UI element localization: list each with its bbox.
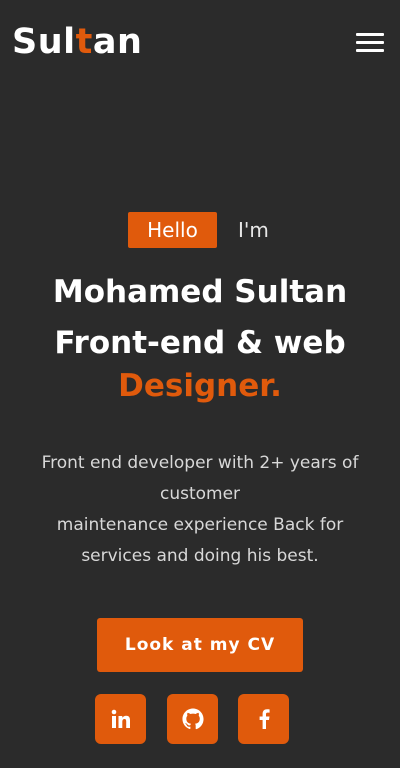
hero-role-line1: Front-end & web bbox=[54, 325, 346, 361]
hero-role-line2: Designer. bbox=[118, 368, 282, 404]
description-line: maintenance experience Back for bbox=[56, 515, 344, 535]
cv-button[interactable]: Look at my CV bbox=[97, 618, 303, 672]
logo[interactable]: Sultan bbox=[12, 20, 142, 64]
facebook-icon bbox=[259, 709, 270, 729]
navbar: Sultan bbox=[0, 0, 400, 86]
description-line: customer bbox=[159, 484, 241, 504]
menu-bar bbox=[356, 33, 384, 36]
hello-badge: Hello bbox=[128, 212, 217, 248]
facebook-button[interactable] bbox=[238, 694, 289, 744]
github-button[interactable] bbox=[167, 694, 218, 744]
logo-text-accent: t bbox=[75, 22, 93, 62]
intro-text: I'm bbox=[238, 218, 269, 242]
linkedin-button[interactable] bbox=[95, 694, 146, 744]
logo-text-end: an bbox=[92, 22, 143, 62]
greeting-row: Hello I'm bbox=[0, 212, 400, 248]
logo-text-start: Sul bbox=[12, 22, 76, 62]
hero-description: Front end developer with 2+ years of cus… bbox=[30, 448, 370, 572]
menu-bar bbox=[356, 49, 384, 52]
github-icon bbox=[181, 708, 204, 730]
hamburger-menu-icon[interactable] bbox=[356, 33, 384, 53]
description-line: Front end developer with 2+ years of bbox=[41, 453, 359, 473]
menu-bar bbox=[356, 41, 384, 44]
hero-name: Mohamed Sultan bbox=[52, 274, 348, 310]
linkedin-icon bbox=[111, 709, 130, 728]
description-line: services and doing his best. bbox=[81, 546, 319, 566]
